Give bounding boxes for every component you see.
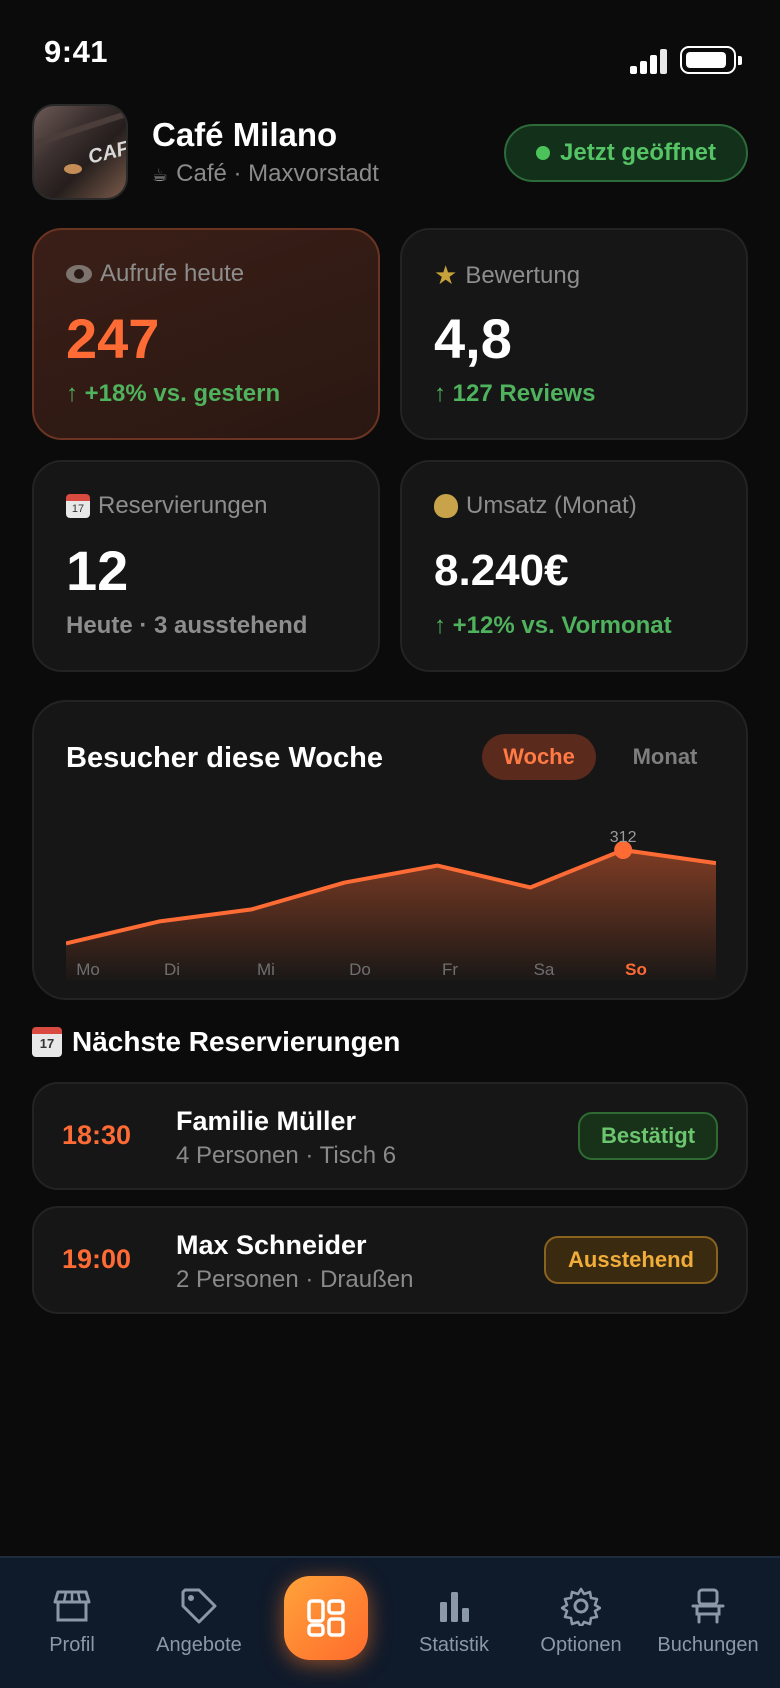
reservation-time: 18:30 [62, 1120, 132, 1150]
status-badge-pending[interactable]: Ausstehend [544, 1236, 718, 1284]
reservation-item[interactable]: 19:00 Max Schneider 2 Personen · Draußen… [32, 1206, 748, 1314]
tab-label: Optionen [540, 1634, 622, 1656]
stat-card-rating[interactable]: ★ Bewertung 4,8 ↑ 127 Reviews [400, 228, 748, 440]
chart-x-tick-label: Mi [257, 960, 275, 979]
status-badge-confirmed[interactable]: Bestätigt [578, 1112, 718, 1160]
tab-label: Statistik [418, 1634, 490, 1656]
stat-label: Umsatz (Monat) [434, 492, 637, 520]
chart-title: Besucher diese Woche [66, 742, 383, 774]
dashboard-button[interactable] [284, 1576, 368, 1660]
page-title: Café Milano [152, 116, 338, 153]
stat-value: 4,8 [434, 307, 512, 370]
chair-icon [691, 1588, 725, 1624]
toggle-week[interactable]: Woche [482, 734, 596, 780]
status-bar: 9:41 [0, 0, 780, 100]
battery-icon [680, 46, 742, 74]
store-icon [53, 1590, 91, 1622]
avatar-sign: CAF [85, 137, 128, 169]
reservation-name: Max Schneider [176, 1230, 367, 1260]
avatar[interactable]: CAF [32, 104, 128, 200]
bar-chart-icon [440, 1592, 469, 1622]
stat-label: 17 Reservierungen [66, 492, 267, 520]
stat-label-text: Aufrufe heute [100, 260, 245, 287]
stat-sub: ↑ +18% vs. gestern [66, 380, 281, 407]
stat-sub: ↑ 127 Reviews [434, 380, 596, 407]
signal-icon [630, 48, 668, 74]
stat-sub: ↑ +12% vs. Vormonat [434, 612, 672, 639]
chart-x-tick-label: Do [349, 960, 371, 979]
section-title-reservations: 17 Nächste Reservierungen [32, 1026, 400, 1058]
reservation-item[interactable]: 18:30 Familie Müller 4 Personen · Tisch … [32, 1082, 748, 1190]
stat-label: ★ Bewertung [434, 260, 580, 291]
bottom-tab-bar: Profil Angebote Statistik Optionen Buchu… [0, 1556, 780, 1688]
stat-value: 247 [66, 307, 160, 370]
reservation-name: Familie Müller [176, 1106, 357, 1136]
tab-profil[interactable]: Profil [12, 1586, 132, 1657]
money-bag-icon [434, 494, 458, 518]
eye-icon [66, 265, 92, 283]
stat-label: Aufrufe heute [66, 260, 244, 288]
tab-statistik[interactable]: Statistik [394, 1586, 514, 1657]
chart-x-tick-label: Mo [76, 960, 100, 979]
stat-value: 12 [66, 539, 129, 602]
coffee-icon: ☕ [152, 165, 169, 185]
visitors-chart-card: Besucher diese Woche Woche Monat 312 Mo Di… [32, 700, 748, 1000]
tab-angebote[interactable]: Angebote [139, 1586, 259, 1657]
visitors-area-chart: 312 Mo Di Mi Do Fr Sa So [66, 829, 716, 980]
stat-card-revenue[interactable]: Umsatz (Monat) 8.240€ ↑ +12% vs. Vormona… [400, 460, 748, 672]
open-status-badge[interactable]: Jetzt geöffnet [504, 124, 748, 182]
chart-x-tick-label: Fr [442, 960, 458, 979]
status-time: 9:41 [44, 34, 109, 69]
stat-sub: Heute · 3 ausstehend [66, 612, 308, 639]
chart-x-tick-label: So [625, 960, 647, 979]
stat-value: 8.240€ [434, 546, 569, 595]
gear-icon [561, 1587, 601, 1626]
tab-label: Angebote [156, 1634, 242, 1656]
section-title-text: Nächste Reservierungen [72, 1026, 401, 1057]
star-icon: ★ [434, 260, 458, 290]
stat-card-reservations[interactable]: 17 Reservierungen 12 Heute · 3 ausstehend [32, 460, 380, 672]
tab-buchungen[interactable]: Buchungen [648, 1586, 768, 1657]
reservation-detail: 2 Personen · Draußen [176, 1266, 414, 1293]
tab-label: Profil [49, 1634, 95, 1656]
stat-label-text: Reservierungen [98, 492, 268, 519]
stat-label-text: Umsatz (Monat) [466, 492, 637, 519]
chart-x-tick-label: Sa [534, 960, 555, 979]
tab-optionen[interactable]: Optionen [521, 1586, 641, 1657]
tab-label: Buchungen [657, 1634, 759, 1656]
calendar-icon: 17 [66, 494, 90, 518]
open-status-label: Jetzt geöffnet [560, 139, 716, 166]
chart-peak-label: 312 [610, 829, 637, 846]
cafe-subtitle: ☕ Café · Maxvorstadt [152, 160, 379, 188]
tag-icon [181, 1588, 217, 1624]
chart-x-tick-label: Di [164, 960, 180, 979]
stat-card-views[interactable]: Aufrufe heute 247 ↑ +18% vs. gestern [32, 228, 380, 440]
stat-label-text: Bewertung [465, 261, 581, 289]
calendar-icon: 17 [32, 1027, 62, 1057]
status-dot-icon [536, 146, 550, 160]
reservation-time: 19:00 [62, 1244, 132, 1274]
toggle-month[interactable]: Monat [614, 734, 716, 780]
cafe-subtitle-text: Café · Maxvorstadt [176, 160, 379, 187]
reservation-detail: 4 Personen · Tisch 6 [176, 1142, 397, 1169]
dashboard-icon [307, 1599, 345, 1637]
